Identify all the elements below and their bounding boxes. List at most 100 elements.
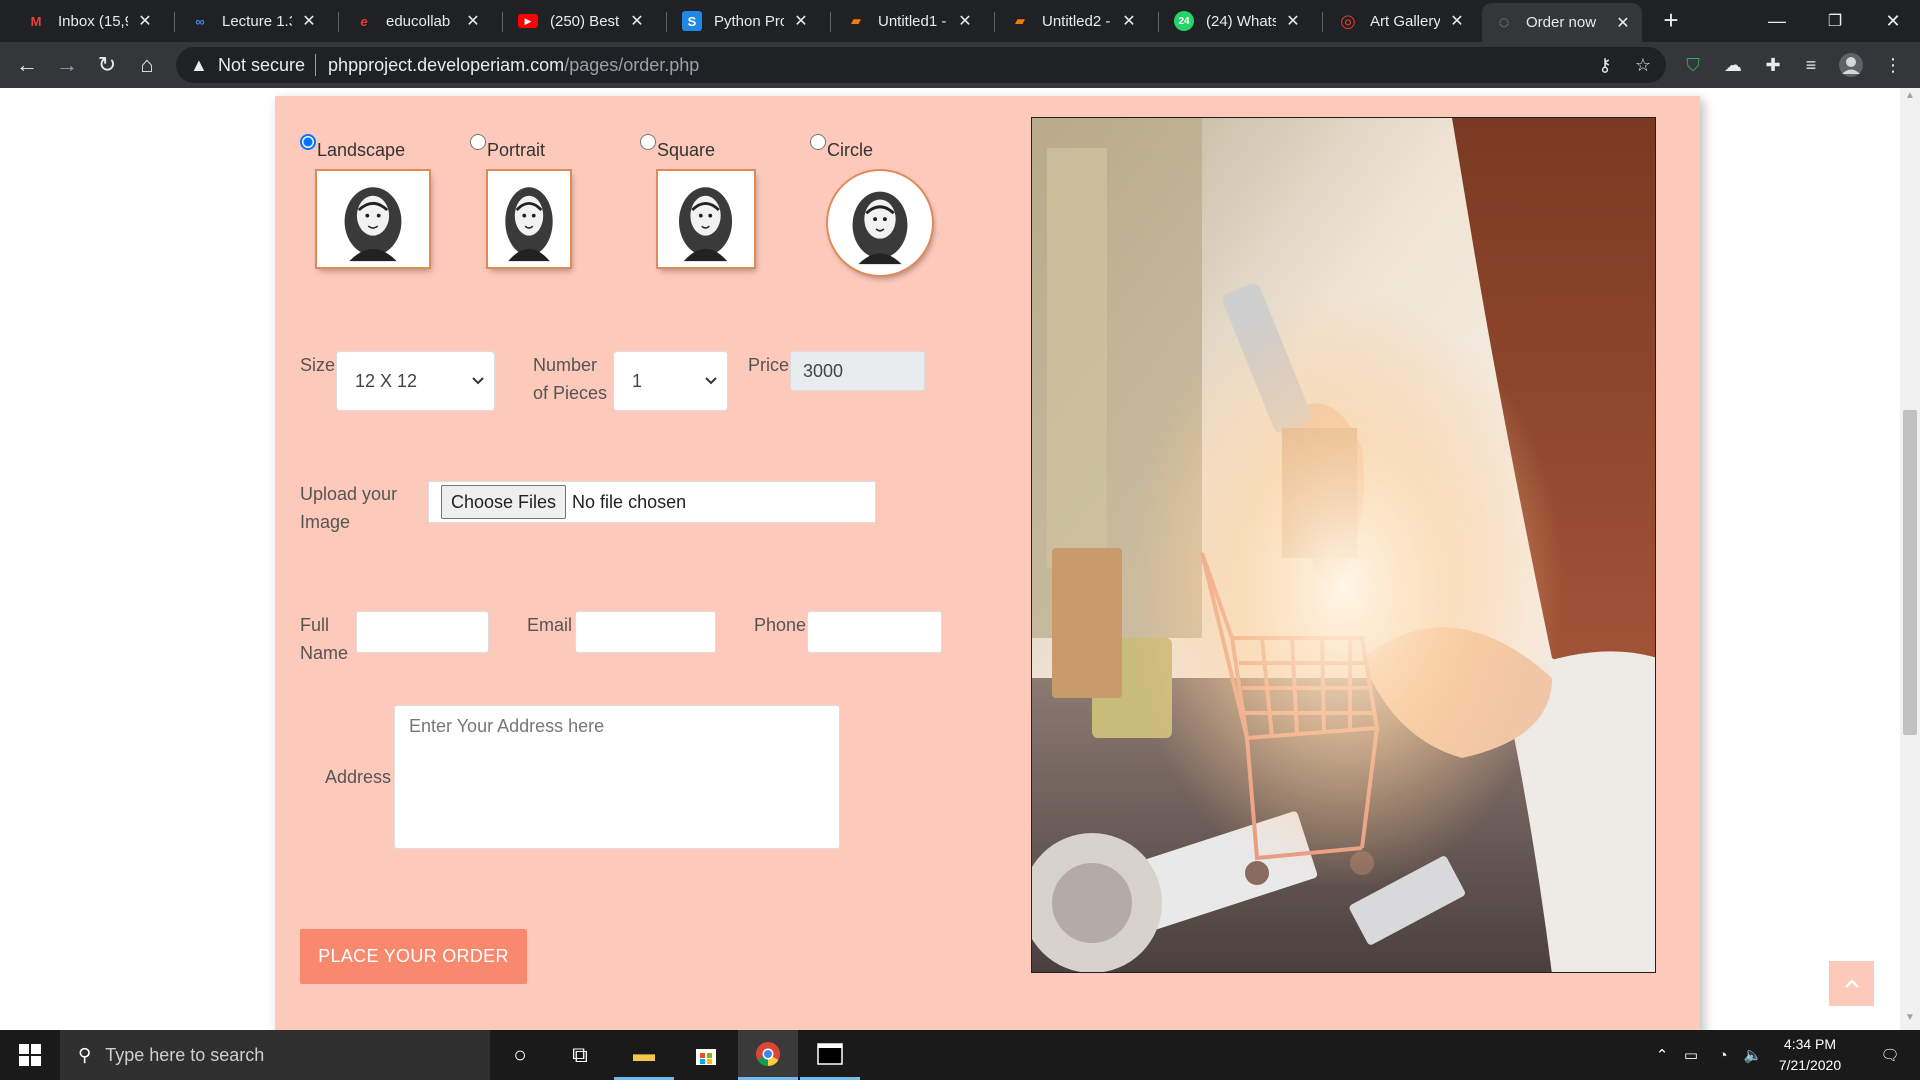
phone-field[interactable] (807, 611, 942, 653)
choose-files-button[interactable]: Choose Files (441, 485, 567, 519)
star-icon[interactable]: ☆ (1628, 47, 1658, 83)
shield-extension-icon[interactable]: ⛉ (1678, 50, 1708, 80)
wifi-icon[interactable]: ◔ (1708, 1030, 1738, 1080)
close-tab-icon[interactable]: ✕ (1614, 13, 1632, 33)
terminal-icon[interactable] (800, 1030, 860, 1080)
tab-separator (1158, 12, 1159, 32)
reload-icon[interactable]: ↻ (92, 50, 122, 80)
tab-separator (174, 12, 175, 32)
chevron-up-icon (1844, 978, 1859, 988)
tab-separator (338, 12, 339, 32)
cloud-extension-icon[interactable]: ☁ (1718, 50, 1748, 80)
tab-python[interactable]: S Python Prog ✕ (670, 6, 820, 36)
close-window-button[interactable]: ✕ (1864, 0, 1920, 42)
url-path: /pages/order.php (564, 54, 700, 75)
circle-sample-image[interactable] (828, 171, 932, 275)
radio-circle[interactable] (810, 134, 826, 150)
address-bar[interactable]: ▲ Not secure phpproject.developeriam.com… (176, 47, 1666, 83)
scroll-up-arrow-icon[interactable]: ▲ (1900, 90, 1920, 106)
new-tab-button[interactable]: + (1656, 6, 1686, 36)
scribd-icon: S (682, 11, 702, 31)
shape-option-landscape[interactable]: Landscape (300, 134, 405, 161)
scroll-to-top-button[interactable] (1829, 961, 1874, 1006)
tab-untitled2[interactable]: ▰ Untitled2 - J ✕ (998, 6, 1148, 36)
browser-tab-strip: M Inbox (15,97 ✕ ∞ Lecture 1.3: | ✕ e ed… (0, 0, 1920, 42)
show-hidden-icons-chevron[interactable]: ⌃ (1650, 1030, 1674, 1080)
taskbar-clock[interactable]: 4:34 PM 7/21/2020 (1760, 1034, 1860, 1076)
tab-lecture[interactable]: ∞ Lecture 1.3: | ✕ (178, 6, 328, 36)
scrollbar-thumb[interactable] (1903, 410, 1917, 735)
close-tab-icon[interactable]: ✕ (300, 11, 318, 31)
radio-square[interactable] (640, 134, 656, 150)
page-viewport: Landscape Portrait Square Circle Size 12… (0, 88, 1900, 1030)
radio-portrait[interactable] (470, 134, 486, 150)
store-icon[interactable] (676, 1030, 736, 1080)
shape-label: Square (657, 140, 716, 160)
forward-icon[interactable]: → (52, 50, 82, 80)
minimize-button[interactable]: — (1748, 0, 1806, 42)
full-name-field[interactable] (356, 611, 489, 653)
close-tab-icon[interactable]: ✕ (792, 11, 810, 31)
full-name-label-line1: Full (300, 615, 330, 635)
pieces-label-line2: of Pieces (533, 383, 608, 403)
portrait-sample-image[interactable] (488, 171, 570, 267)
pieces-select[interactable]: 1 (613, 351, 728, 411)
full-name-label: Full Name (300, 611, 348, 667)
shape-option-portrait[interactable]: Portrait (470, 134, 545, 161)
page-scrollbar[interactable]: ▲ ▼ (1900, 88, 1920, 1030)
close-tab-icon[interactable]: ✕ (136, 11, 154, 31)
size-select[interactable]: 12 X 12 (336, 351, 495, 411)
close-tab-icon[interactable]: ✕ (956, 11, 974, 31)
email-field[interactable] (575, 611, 716, 653)
close-tab-icon[interactable]: ✕ (464, 11, 482, 31)
tab-educollab[interactable]: e educollab ✕ (342, 6, 492, 36)
home-icon[interactable]: ⌂ (132, 50, 162, 80)
file-upload-field[interactable]: Choose Files No file chosen (428, 481, 876, 523)
media-control-icon[interactable]: ≡ (1796, 50, 1826, 80)
restore-button[interactable]: ❐ (1806, 0, 1864, 42)
tab-whatsapp[interactable]: 24 (24) WhatsA ✕ (1162, 6, 1312, 36)
radio-landscape[interactable] (300, 134, 316, 150)
task-view-icon[interactable]: ⧉ (550, 1030, 610, 1080)
shape-option-square[interactable]: Square (640, 134, 716, 161)
clock-time: 4:34 PM (1783, 1036, 1837, 1052)
menu-icon[interactable]: ⋮ (1878, 50, 1908, 80)
jupyter-icon: ▰ (851, 13, 861, 28)
tab-gmail[interactable]: M Inbox (15,97 ✕ (14, 6, 164, 36)
shopping-photo-illustration (1032, 118, 1655, 972)
tab-order-now[interactable]: ◌ Order now ✕ (1482, 3, 1642, 42)
profile-avatar[interactable] (1836, 50, 1866, 80)
battery-icon[interactable]: ▭ (1676, 1030, 1706, 1080)
address-textarea[interactable]: Enter Your Address here (394, 705, 840, 849)
search-placeholder: Type here to search (105, 1044, 265, 1065)
tab-separator (666, 12, 667, 32)
shopping-cart-photo (1031, 117, 1656, 973)
close-tab-icon[interactable]: ✕ (1448, 11, 1466, 31)
tab-youtube[interactable]: ▶ (250) Best Ap ✕ (506, 6, 656, 36)
scroll-down-arrow-icon[interactable]: ▼ (1900, 1012, 1920, 1028)
landscape-sample-image[interactable] (317, 171, 429, 267)
chrome-icon[interactable] (738, 1030, 798, 1080)
close-tab-icon[interactable]: ✕ (1284, 11, 1302, 31)
key-icon[interactable]: ⚷ (1590, 47, 1620, 83)
tab-separator (830, 12, 831, 32)
tab-art-gallery[interactable]: ◎ Art Gallery ✕ (1326, 6, 1476, 36)
file-explorer-icon[interactable]: ▬ (614, 1030, 674, 1080)
cortana-icon[interactable]: ○ (490, 1030, 550, 1080)
tab-title: (250) Best Ap (550, 12, 620, 30)
place-order-button[interactable]: PLACE YOUR ORDER (300, 929, 527, 984)
square-sample-image[interactable] (658, 171, 754, 267)
phone-label: Phone (754, 615, 807, 635)
puzzle-extensions-icon[interactable]: ✚ (1758, 50, 1788, 80)
taskbar-search-box[interactable]: ⚲ Type here to search (60, 1030, 490, 1080)
close-tab-icon[interactable]: ✕ (1120, 11, 1138, 31)
tab-untitled1[interactable]: ▰ Untitled1 - J ✕ (834, 6, 984, 36)
back-icon[interactable]: ← (12, 50, 42, 80)
shape-option-circle[interactable]: Circle (810, 134, 873, 161)
price-field[interactable]: 3000 (790, 351, 925, 391)
clock-date: 7/21/2020 (1778, 1057, 1842, 1073)
educollab-icon: e (360, 13, 368, 29)
close-tab-icon[interactable]: ✕ (628, 11, 646, 31)
windows-start-icon[interactable] (0, 1030, 60, 1080)
notifications-icon[interactable]: 🗨 (1865, 1030, 1915, 1080)
